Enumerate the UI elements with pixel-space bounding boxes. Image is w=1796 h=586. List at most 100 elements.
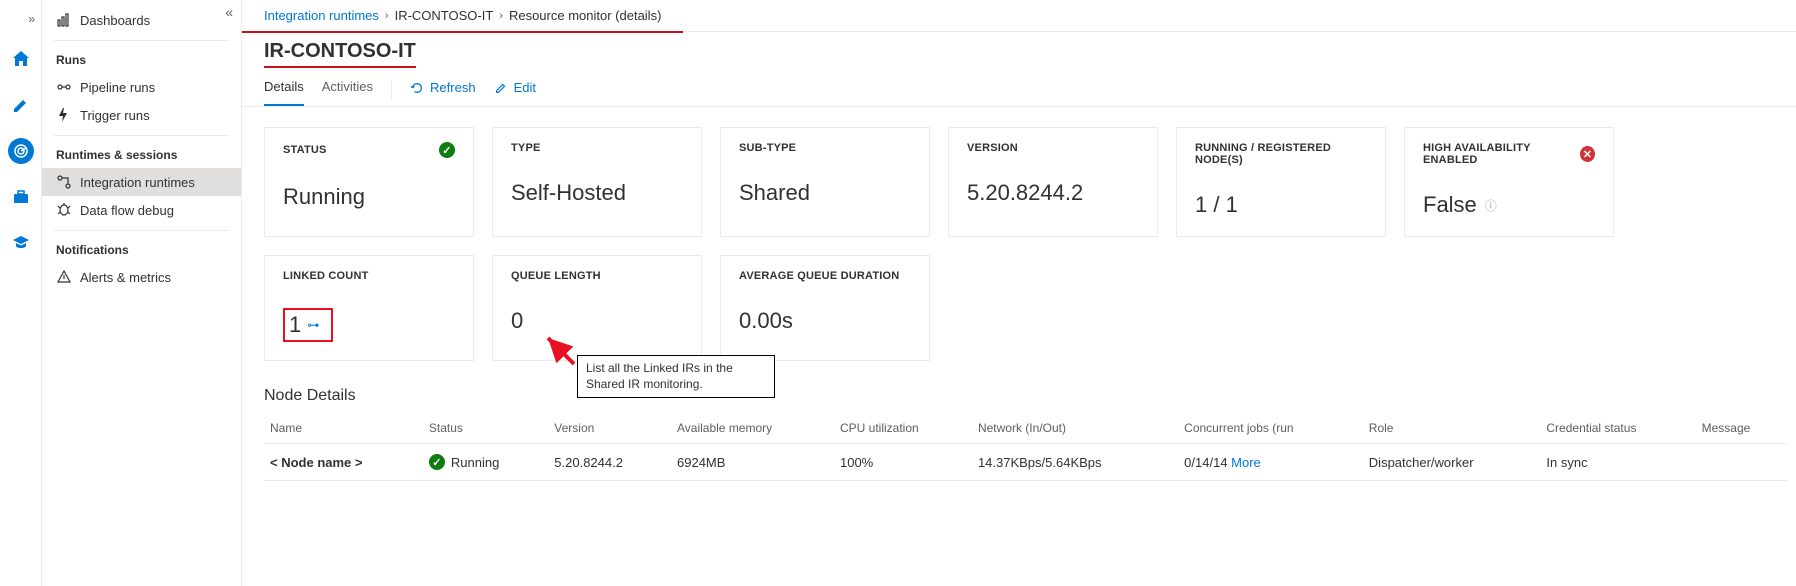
sidebar-label: Dashboards [80, 13, 150, 28]
sidebar-label: Trigger runs [80, 108, 150, 123]
card-label: STATUS [283, 144, 327, 156]
main: Integration runtimes › IR-CONTOSO-IT › R… [242, 0, 1796, 586]
card-label: TYPE [511, 142, 541, 154]
sidebar-item-trigger-runs[interactable]: Trigger runs [42, 101, 241, 129]
table-row[interactable]: < Node name > ✓ Running 5.20.8244.2 6924… [264, 444, 1788, 481]
breadcrumb-link-integration-runtimes[interactable]: Integration runtimes [264, 8, 379, 23]
info-icon[interactable]: ⓘ [1485, 197, 1497, 214]
card-nodes: RUNNING / REGISTERED NODE(S) 1 / 1 [1176, 127, 1386, 237]
card-subtype: SUB-TYPE Shared [720, 127, 930, 237]
col-version[interactable]: Version [548, 413, 671, 444]
home-icon[interactable] [8, 46, 34, 72]
cell-name: < Node name > [264, 444, 423, 481]
col-msg[interactable]: Message [1696, 413, 1788, 444]
divider [54, 230, 229, 231]
card-avg-queue: AVERAGE QUEUE DURATION 0.00s [720, 255, 930, 361]
cell-cpu: 100% [834, 444, 972, 481]
check-icon: ✓ [439, 142, 455, 158]
edit-button[interactable]: Edit [494, 74, 536, 105]
card-ha: HIGH AVAILABILITY ENABLED ✕ False ⓘ [1404, 127, 1614, 237]
card-value: False ⓘ [1423, 192, 1595, 218]
cell-network: 14.37KBps/5.64KBps [972, 444, 1178, 481]
sidebar-item-integration-runtimes[interactable]: Integration runtimes [42, 168, 241, 196]
col-memory[interactable]: Available memory [671, 413, 834, 444]
divider [54, 40, 229, 41]
pencil-icon[interactable] [8, 92, 34, 118]
card-value: 0 [511, 308, 683, 334]
card-label: SUB-TYPE [739, 142, 796, 154]
card-value: 0.00s [739, 308, 911, 334]
breadcrumb: Integration runtimes › IR-CONTOSO-IT › R… [242, 0, 683, 33]
card-label: HIGH AVAILABILITY ENABLED [1423, 142, 1580, 166]
card-version: VERSION 5.20.8244.2 [948, 127, 1158, 237]
sidebar-item-pipeline-runs[interactable]: Pipeline runs [42, 73, 241, 101]
sidebar-label: Integration runtimes [80, 175, 195, 190]
left-rail: » [0, 0, 42, 586]
more-link[interactable]: More [1231, 455, 1261, 470]
card-value: Shared [739, 180, 911, 206]
divider [391, 79, 392, 101]
expand-rail-icon[interactable]: » [28, 12, 35, 26]
col-status[interactable]: Status [423, 413, 548, 444]
card-label: RUNNING / REGISTERED NODE(S) [1195, 142, 1367, 166]
col-cpu[interactable]: CPU utilization [834, 413, 972, 444]
linked-count-button[interactable]: 1 ⊶ [283, 308, 333, 342]
node-details-table: Name Status Version Available memory CPU… [264, 413, 1788, 481]
graduation-icon[interactable] [8, 230, 34, 256]
col-jobs[interactable]: Concurrent jobs (run [1178, 413, 1363, 444]
refresh-button[interactable]: Refresh [410, 74, 476, 105]
refresh-label: Refresh [430, 80, 476, 95]
sidebar-item-alerts-metrics[interactable]: Alerts & metrics [42, 263, 241, 291]
tabs: Details Activities Refresh Edit [242, 67, 1796, 107]
cell-role: Dispatcher/worker [1363, 444, 1541, 481]
card-label: QUEUE LENGTH [511, 270, 601, 282]
card-value: Self-Hosted [511, 180, 683, 206]
cell-msg [1696, 444, 1788, 481]
divider [54, 135, 229, 136]
toolbox-icon[interactable] [8, 184, 34, 210]
breadcrumb-link-ir[interactable]: IR-CONTOSO-IT [395, 8, 494, 23]
col-role[interactable]: Role [1363, 413, 1541, 444]
collapse-sidebar-icon[interactable]: « [225, 4, 233, 20]
page-title: IR-CONTOSO-IT [242, 32, 1796, 67]
breadcrumb-sep: › [385, 10, 389, 22]
card-type: TYPE Self-Hosted [492, 127, 702, 237]
status-cards: STATUS ✓ Running TYPE Self-Hosted SUB-TY… [242, 107, 1796, 369]
link-icon: ⊶ [307, 318, 319, 332]
tab-details[interactable]: Details [264, 73, 304, 106]
sidebar: « Dashboards Runs Pipeline runs Trigger … [42, 0, 242, 586]
col-cred[interactable]: Credential status [1540, 413, 1695, 444]
cell-cred: In sync [1540, 444, 1695, 481]
card-value: Running [283, 184, 455, 210]
card-value: 5.20.8244.2 [967, 180, 1139, 206]
sidebar-item-data-flow-debug[interactable]: Data flow debug [42, 196, 241, 224]
annotation-arrow-icon [542, 332, 582, 372]
cell-jobs: 0/14/14 More [1178, 444, 1363, 481]
sidebar-item-dashboards[interactable]: Dashboards [42, 6, 241, 34]
card-label: AVERAGE QUEUE DURATION [739, 270, 899, 282]
breadcrumb-sep: › [499, 10, 503, 22]
col-name[interactable]: Name [264, 413, 423, 444]
edit-label: Edit [514, 80, 536, 95]
card-label: LINKED COUNT [283, 270, 369, 282]
breadcrumb-link-resource-monitor[interactable]: Resource monitor (details) [509, 8, 661, 23]
tab-activities[interactable]: Activities [322, 73, 373, 106]
radar-icon[interactable] [8, 138, 34, 164]
card-label: VERSION [967, 142, 1018, 154]
node-details-title: Node Details [242, 369, 1796, 413]
check-icon: ✓ [429, 454, 445, 470]
sidebar-label: Alerts & metrics [80, 270, 171, 285]
col-network[interactable]: Network (In/Out) [972, 413, 1178, 444]
sidebar-label: Pipeline runs [80, 80, 155, 95]
sidebar-group-runtimes: Runtimes & sessions [42, 142, 241, 168]
error-icon: ✕ [1580, 146, 1595, 162]
cell-status: ✓ Running [423, 444, 548, 481]
annotation-text: List all the Linked IRs in the Shared IR… [577, 355, 775, 398]
sidebar-group-runs: Runs [42, 47, 241, 73]
card-value: 1 [289, 312, 301, 338]
sidebar-label: Data flow debug [80, 203, 174, 218]
card-linked-count: LINKED COUNT 1 ⊶ [264, 255, 474, 361]
cell-memory: 6924MB [671, 444, 834, 481]
card-status: STATUS ✓ Running [264, 127, 474, 237]
sidebar-group-notifications: Notifications [42, 237, 241, 263]
